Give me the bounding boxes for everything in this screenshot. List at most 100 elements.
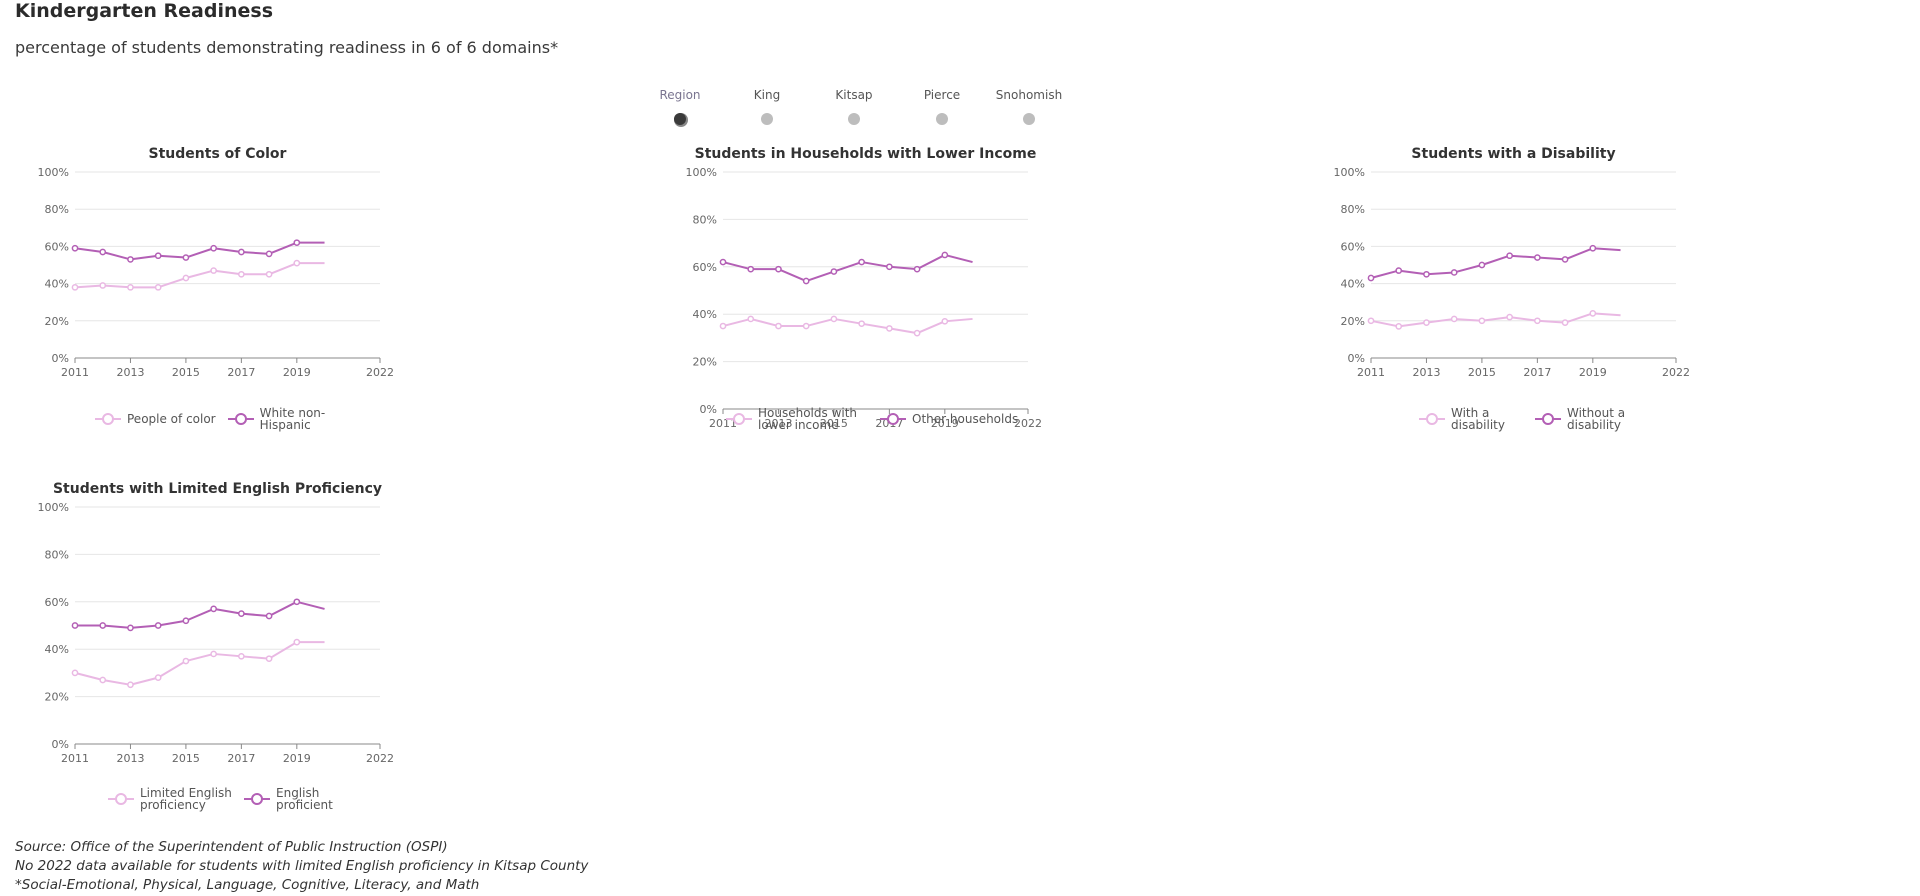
data-point[interactable] (1423, 270, 1430, 278)
selector-label: Region (659, 88, 701, 102)
selector-option-pierce[interactable]: Pierce (902, 86, 982, 125)
data-point[interactable] (71, 622, 79, 629)
data-point[interactable] (1423, 319, 1430, 327)
legend-item[interactable]: Households with lower income (726, 407, 868, 431)
data-point[interactable] (182, 274, 190, 282)
data-point[interactable] (127, 283, 134, 291)
legend-item[interactable]: With a disability (1419, 407, 1523, 431)
data-point[interactable] (127, 256, 134, 263)
data-point[interactable] (154, 622, 162, 629)
selector-label: King (753, 88, 781, 102)
data-point[interactable] (154, 674, 162, 681)
data-point[interactable] (1367, 317, 1375, 325)
data-point[interactable] (913, 265, 921, 273)
data-point[interactable] (238, 248, 245, 256)
data-point[interactable] (99, 282, 107, 289)
data-point[interactable] (1534, 254, 1541, 261)
data-point[interactable] (71, 244, 79, 252)
data-point[interactable] (719, 258, 727, 266)
data-point[interactable] (747, 265, 755, 273)
data-point[interactable] (265, 655, 273, 663)
x-tick-label: 2022 (366, 366, 394, 379)
data-point[interactable] (1561, 256, 1569, 263)
data-point[interactable] (1395, 323, 1403, 330)
data-point[interactable] (99, 622, 107, 629)
data-point[interactable] (265, 612, 273, 620)
legend-label: Other households (912, 412, 1019, 426)
data-point[interactable] (1506, 252, 1513, 260)
data-point[interactable] (293, 259, 301, 267)
data-point[interactable] (154, 283, 162, 291)
data-point[interactable] (775, 322, 782, 330)
data-point[interactable] (1367, 274, 1375, 282)
data-point[interactable] (154, 252, 162, 260)
selector-label: Snohomish (995, 88, 1063, 102)
selector-option-king[interactable]: King (727, 86, 807, 125)
data-point[interactable] (913, 329, 921, 337)
radio-dot-icon[interactable] (1023, 113, 1035, 125)
data-point[interactable] (941, 251, 949, 259)
data-point[interactable] (182, 254, 190, 261)
data-point[interactable] (293, 598, 301, 606)
data-point[interactable] (99, 248, 107, 256)
data-point[interactable] (265, 270, 273, 278)
radio-dot-icon[interactable] (936, 113, 948, 125)
data-point[interactable] (719, 322, 727, 330)
data-point[interactable] (293, 638, 301, 646)
data-point[interactable] (71, 283, 79, 291)
data-point[interactable] (127, 681, 134, 689)
data-point[interactable] (1478, 261, 1486, 269)
radio-dot-icon[interactable] (848, 113, 860, 125)
data-point[interactable] (1506, 313, 1513, 321)
data-point[interactable] (802, 277, 810, 285)
legend-light-marker-icon (1419, 413, 1445, 425)
data-point[interactable] (775, 265, 782, 273)
legend-item[interactable]: Without a disability (1535, 407, 1639, 431)
data-point[interactable] (293, 239, 301, 247)
data-point[interactable] (182, 617, 190, 625)
data-point[interactable] (238, 652, 245, 660)
x-tick-label: 2011 (61, 366, 89, 379)
data-point[interactable] (210, 267, 217, 274)
data-point[interactable] (1395, 267, 1403, 274)
data-point[interactable] (1450, 315, 1458, 323)
y-tick-label: 60% (693, 261, 717, 274)
data-point[interactable] (210, 605, 217, 613)
data-point[interactable] (182, 657, 190, 665)
data-point[interactable] (99, 676, 107, 684)
data-point[interactable] (1589, 244, 1597, 252)
selector-option-kitsap[interactable]: Kitsap (814, 86, 894, 125)
data-point[interactable] (886, 325, 893, 332)
data-point[interactable] (830, 315, 838, 323)
data-point[interactable] (71, 669, 79, 677)
data-point[interactable] (210, 650, 217, 658)
data-point[interactable] (238, 270, 245, 278)
legend-item[interactable]: Other households (880, 407, 1018, 431)
data-point[interactable] (1478, 317, 1486, 325)
data-point[interactable] (238, 610, 245, 617)
footnote: *Social-Emotional, Physical, Language, C… (15, 877, 480, 893)
chart-footer: Source: Office of the Superintendent of … (15, 838, 588, 895)
selector-option-region[interactable]: Region (640, 86, 720, 125)
data-point[interactable] (830, 268, 838, 275)
radio-dot-icon[interactable] (761, 113, 773, 125)
data-point[interactable] (858, 258, 865, 266)
data-point[interactable] (1534, 317, 1541, 325)
data-point[interactable] (802, 322, 810, 330)
legend-item[interactable]: English proficient (244, 787, 346, 811)
data-point[interactable] (127, 624, 134, 632)
legend-item[interactable]: Limited English proficiency (108, 787, 232, 811)
data-point[interactable] (1450, 269, 1458, 276)
legend-item[interactable]: People of color (95, 407, 216, 431)
data-point[interactable] (858, 320, 865, 328)
data-point[interactable] (265, 250, 273, 258)
data-point[interactable] (210, 244, 217, 252)
data-point[interactable] (886, 263, 893, 271)
data-point[interactable] (747, 315, 755, 323)
data-point[interactable] (1589, 310, 1597, 317)
selector-option-snohomish[interactable]: Snohomish (989, 86, 1069, 125)
data-point[interactable] (1561, 319, 1569, 327)
legend-item[interactable]: White non-Hispanic (227, 407, 348, 431)
data-point[interactable] (941, 317, 949, 325)
radio-dot-icon[interactable] (674, 113, 686, 125)
